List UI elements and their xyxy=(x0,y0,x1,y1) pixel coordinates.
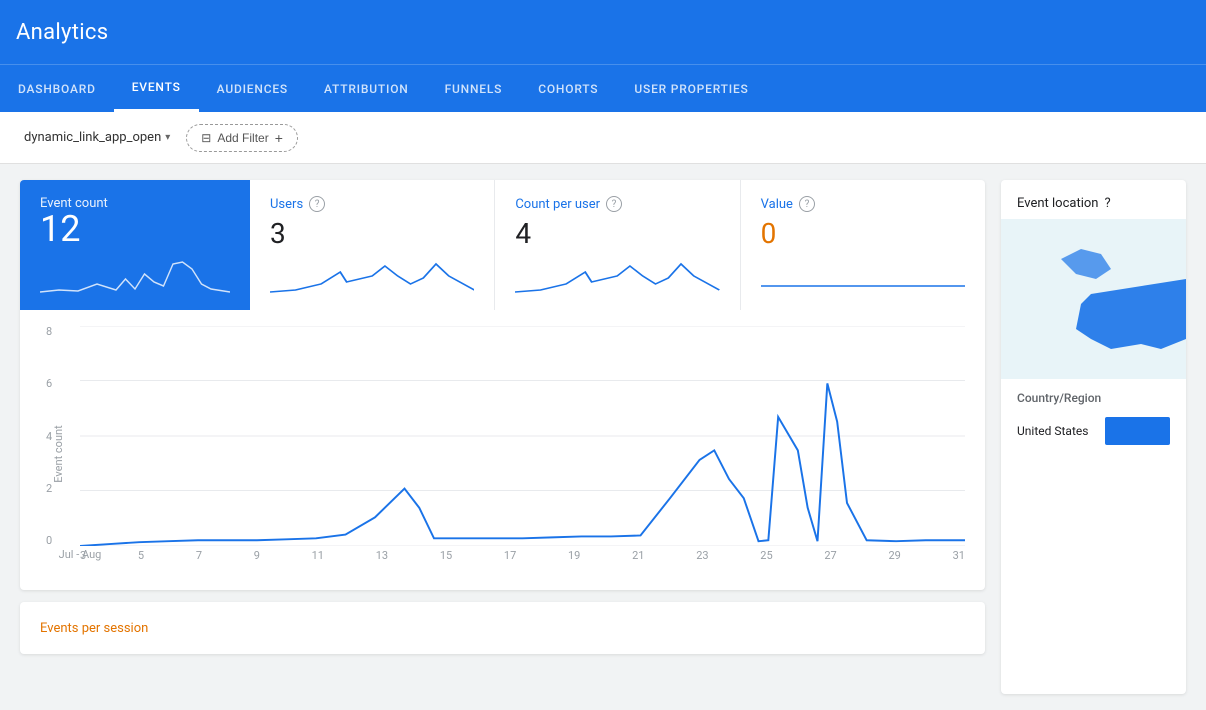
map-container xyxy=(1001,219,1186,379)
count-per-user-help-icon[interactable]: ? xyxy=(606,196,622,212)
app-title: Analytics xyxy=(16,20,108,45)
event-location-header: Event location ? xyxy=(1001,180,1186,219)
users-value: 3 xyxy=(270,217,474,250)
left-panel: Event count 12 Users ? 3 xyxy=(20,180,985,694)
event-count-mini-chart xyxy=(40,254,230,294)
nav-dashboard[interactable]: DASHBOARD xyxy=(0,65,114,112)
chevron-down-icon: ▾ xyxy=(165,132,170,143)
y-num-8: 8 xyxy=(46,326,52,337)
right-panel: Event location ? Country/Region United S… xyxy=(1001,180,1186,694)
country-bar-fill xyxy=(1105,417,1170,445)
nav-events[interactable]: EVENTS xyxy=(114,65,199,112)
y-num-4: 4 xyxy=(46,431,52,442)
nav-bar: DASHBOARD EVENTS AUDIENCES ATTRIBUTION F… xyxy=(0,64,1206,112)
filter-icon: ⊟ xyxy=(201,131,211,145)
nav-funnels[interactable]: FUNNELS xyxy=(427,65,521,112)
x-label-21: 21 xyxy=(632,549,644,562)
plus-icon: + xyxy=(275,130,283,146)
users-help-icon[interactable]: ? xyxy=(309,196,325,212)
add-filter-label: Add Filter xyxy=(217,131,268,145)
stats-card: Event count 12 Users ? 3 xyxy=(20,180,985,590)
app-header: Analytics xyxy=(0,0,1206,64)
x-label-23: 23 xyxy=(696,549,708,562)
country-region-label: Country/Region xyxy=(1001,379,1186,411)
value-value: 0 xyxy=(761,217,965,250)
users-label: Users xyxy=(270,197,303,212)
y-num-6: 6 xyxy=(46,378,52,389)
event-count-value: 12 xyxy=(40,211,230,247)
chart-container: Event count 0 2 4 6 8 xyxy=(40,326,965,582)
nav-cohorts[interactable]: COHORTS xyxy=(520,65,616,112)
event-location-help-icon[interactable]: ? xyxy=(1104,196,1110,211)
x-label-25: 25 xyxy=(760,549,772,562)
event-count-label: Event count xyxy=(40,196,230,211)
users-mini-chart xyxy=(270,254,474,294)
x-axis-period-label: Jul - Aug xyxy=(20,548,523,561)
event-dropdown-label: dynamic_link_app_open xyxy=(24,130,161,145)
y-axis-label: Event count xyxy=(52,425,65,482)
main-chart-svg xyxy=(80,326,965,546)
value-mini-chart xyxy=(761,254,965,294)
x-label-31: 31 xyxy=(953,549,965,562)
filter-bar: dynamic_link_app_open ▾ ⊟ Add Filter + xyxy=(0,112,1206,164)
x-label-29: 29 xyxy=(888,549,900,562)
events-per-session-title: Events per session xyxy=(40,621,148,636)
country-name: United States xyxy=(1017,424,1097,438)
chart-area: Event count 0 2 4 6 8 xyxy=(20,310,985,590)
event-count-stat: Event count 12 xyxy=(20,180,250,310)
count-per-user-stat: Count per user ? 4 xyxy=(495,180,740,310)
x-label-19: 19 xyxy=(568,549,580,562)
count-per-user-value: 4 xyxy=(515,217,719,250)
nav-attribution[interactable]: ATTRIBUTION xyxy=(306,65,427,112)
add-filter-button[interactable]: ⊟ Add Filter + xyxy=(186,124,298,152)
nav-audiences[interactable]: AUDIENCES xyxy=(199,65,306,112)
value-label: Value xyxy=(761,197,793,212)
value-help-icon[interactable]: ? xyxy=(799,196,815,212)
main-content: Event count 12 Users ? 3 xyxy=(0,164,1206,710)
map-svg xyxy=(1001,219,1186,379)
count-per-user-label: Count per user xyxy=(515,197,600,212)
users-stat: Users ? 3 xyxy=(250,180,495,310)
y-axis-numbers: 0 2 4 6 8 xyxy=(46,326,52,546)
y-num-2: 2 xyxy=(46,483,52,494)
event-dropdown[interactable]: dynamic_link_app_open ▾ xyxy=(20,126,174,149)
bottom-section: Events per session xyxy=(20,602,985,654)
stats-row: Event count 12 Users ? 3 xyxy=(20,180,985,310)
count-per-user-mini-chart xyxy=(515,254,719,294)
country-bar: United States xyxy=(1001,411,1186,451)
y-num-0: 0 xyxy=(46,535,52,546)
x-label-27: 27 xyxy=(824,549,836,562)
nav-user-properties[interactable]: USER PROPERTIES xyxy=(616,65,766,112)
value-stat: Value ? 0 xyxy=(741,180,985,310)
chart-inner: 0 2 4 6 8 xyxy=(80,326,965,582)
event-location-label: Event location xyxy=(1017,196,1098,211)
